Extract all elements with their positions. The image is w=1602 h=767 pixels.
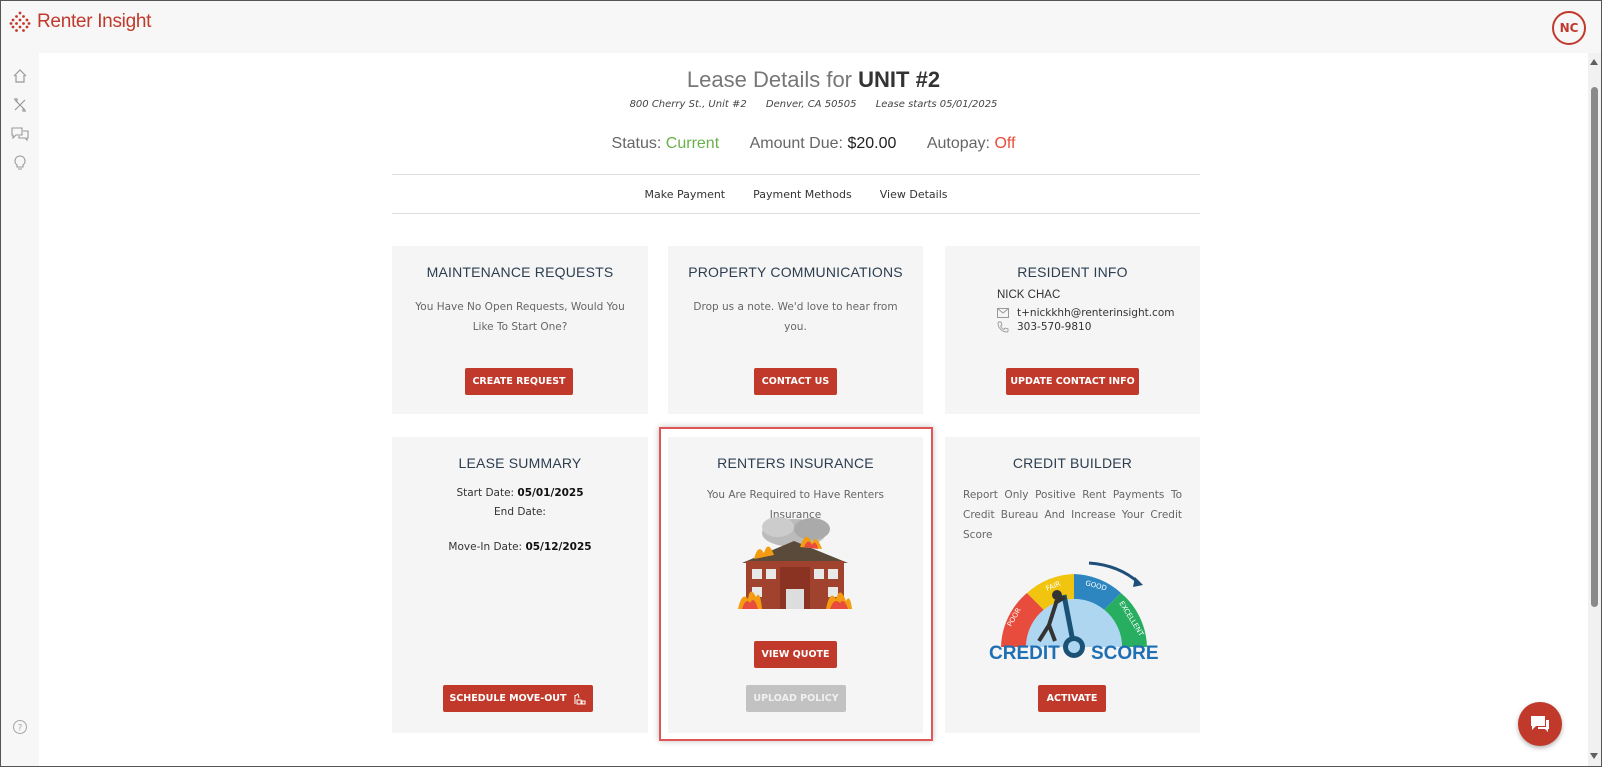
lightbulb-icon[interactable]	[11, 154, 29, 172]
resident-phone-row: 303-570-9810	[997, 321, 1091, 333]
home-icon[interactable]	[11, 67, 29, 85]
contact-us-button[interactable]: CONTACT US	[754, 368, 837, 395]
status-label: Status:	[611, 135, 662, 152]
update-contact-info-button[interactable]: UPDATE CONTACT INFO	[1006, 368, 1139, 395]
payment-methods-link[interactable]: Payment Methods	[753, 188, 852, 201]
schedule-move-out-label: SCHEDULE MOVE-OUT	[449, 693, 567, 704]
lease-start-text: Lease starts 05/01/2025	[875, 99, 998, 110]
autopay-value: Off	[994, 135, 1016, 152]
resident-phone[interactable]: 303-570-9810	[1017, 321, 1091, 333]
resident-name: NICK CHAC	[997, 289, 1061, 301]
start-date-value: 05/01/2025	[517, 487, 584, 499]
resident-card: RESIDENT INFO NICK CHAC t+nickkhh@renter…	[945, 246, 1200, 414]
lease-nav: Make Payment Payment Methods View Detail…	[392, 174, 1200, 214]
logo[interactable]: Renter Insight	[9, 11, 151, 33]
activate-button[interactable]: ACTIVATE	[1038, 685, 1106, 712]
end-date-label: End Date:	[494, 506, 546, 518]
gauge-credit-label: CREDIT	[989, 643, 1060, 664]
make-payment-link[interactable]: Make Payment	[644, 188, 725, 201]
main-content: Lease Details for UNIT #2 800 Cherry St.…	[39, 53, 1588, 766]
chat-bubbles-icon[interactable]	[11, 125, 29, 143]
page-title: Lease Details for UNIT #2	[39, 67, 1588, 93]
address-text: 800 Cherry St., Unit #2	[629, 99, 747, 110]
city-text: Denver, CA 50505	[765, 99, 857, 110]
lease-summary-card: LEASE SUMMARY Start Date: 05/01/2025 End…	[392, 437, 648, 733]
scrollbar-thumb[interactable]	[1591, 87, 1598, 607]
create-request-button[interactable]: CREATE REQUEST	[465, 368, 573, 395]
tools-icon[interactable]	[11, 96, 29, 114]
logo-diamond-icon	[9, 11, 31, 32]
envelope-icon	[997, 308, 1011, 318]
credit-score-gauge-illustration: POOR FAIR GOOD EXCELLENT CREDIT SCORE	[989, 561, 1159, 664]
communications-title: PROPERTY COMMUNICATIONS	[688, 264, 903, 280]
resident-title: RESIDENT INFO	[1017, 264, 1128, 280]
user-avatar[interactable]: NC	[1552, 11, 1586, 45]
maintenance-text: You Have No Open Requests, Would You Lik…	[415, 301, 625, 333]
communications-card: PROPERTY COMMUNICATIONS Drop us a note. …	[668, 246, 923, 414]
help-icon[interactable]: ?	[11, 718, 29, 736]
sidebar: ?	[1, 53, 39, 766]
renters-insurance-highlight	[659, 427, 933, 741]
title-unit: UNIT #2	[858, 67, 941, 92]
end-date-row: End Date:	[392, 506, 648, 518]
move-in-date-value: 05/12/2025	[525, 541, 592, 553]
resident-email[interactable]: t+nickkhh@renterinsight.com	[1017, 307, 1175, 319]
chat-widget-button[interactable]	[1518, 702, 1562, 746]
top-bar: Renter Insight NC	[1, 1, 1601, 53]
status-value: Current	[665, 135, 720, 152]
amount-label: Amount Due:	[749, 135, 843, 152]
start-date-label: Start Date:	[456, 487, 515, 499]
moving-box-icon	[573, 692, 587, 706]
vertical-scrollbar[interactable]	[1588, 53, 1601, 766]
move-in-date-row: Move-In Date: 05/12/2025	[392, 541, 648, 553]
phone-icon	[997, 321, 1011, 333]
status-line: Status: Current Amount Due: $20.00 Autop…	[39, 135, 1588, 153]
schedule-move-out-button[interactable]: SCHEDULE MOVE-OUT	[443, 685, 593, 712]
credit-builder-card: CREDIT BUILDER Report Only Positive Rent…	[945, 437, 1200, 733]
chat-icon	[1531, 716, 1549, 732]
logo-text: Renter Insight	[37, 11, 152, 32]
scroll-down-arrow-icon[interactable]	[1590, 753, 1598, 759]
autopay-label: Autopay:	[926, 135, 990, 152]
move-in-date-label: Move-In Date:	[448, 541, 523, 553]
credit-builder-text: Report Only Positive Rent Payments To Cr…	[963, 489, 1182, 541]
start-date-row: Start Date: 05/01/2025	[392, 487, 648, 499]
resident-email-row: t+nickkhh@renterinsight.com	[997, 307, 1175, 319]
lease-subtitle: 800 Cherry St., Unit #2 Denver, CA 50505…	[39, 99, 1588, 110]
maintenance-card: MAINTENANCE REQUESTS You Have No Open Re…	[392, 246, 648, 414]
title-prefix: Lease Details for	[686, 67, 853, 92]
communications-text: Drop us a note. We'd love to hear from y…	[693, 301, 898, 333]
view-details-link[interactable]: View Details	[880, 188, 948, 201]
lease-summary-title: LEASE SUMMARY	[458, 455, 582, 471]
gauge-score-label: SCORE	[1091, 643, 1159, 664]
maintenance-title: MAINTENANCE REQUESTS	[426, 264, 614, 280]
credit-builder-title: CREDIT BUILDER	[1012, 455, 1133, 471]
amount-value: $20.00	[847, 135, 897, 152]
svg-text:?: ?	[18, 724, 23, 734]
scroll-up-arrow-icon[interactable]	[1590, 59, 1598, 65]
